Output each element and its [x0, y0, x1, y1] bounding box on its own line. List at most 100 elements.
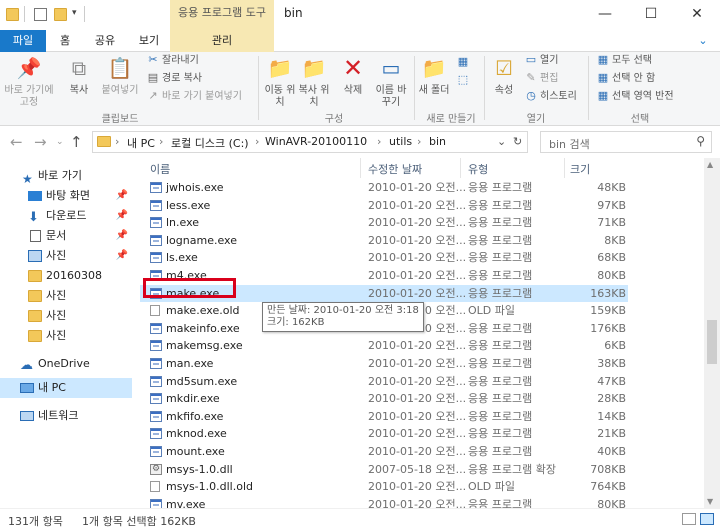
- nav-item-downloads[interactable]: ⬇ 다운로드 📌: [0, 206, 132, 226]
- file-row[interactable]: mkfifo.exe 2010-01-20 오전... 응용 프로그램 14KB: [140, 408, 628, 426]
- application-icon: [150, 393, 162, 405]
- new-folder-button[interactable]: 📁 새 폴더: [418, 54, 450, 97]
- file-row[interactable]: jwhois.exe 2010-01-20 오전... 응용 프로그램 48KB: [140, 179, 628, 197]
- file-size: 71KB: [597, 216, 626, 230]
- nav-item-folder-20160308[interactable]: 20160308: [0, 266, 132, 286]
- nav-item-pictures[interactable]: 사진 📌: [0, 246, 132, 266]
- cut-button[interactable]: ✂ 잘라내기: [146, 52, 198, 68]
- application-icon: [150, 322, 162, 334]
- file-row[interactable]: less.exe 2010-01-20 오전... 응용 프로그램 97KB: [140, 197, 628, 215]
- nav-label: 문서: [46, 229, 67, 242]
- scroll-down-icon[interactable]: ▼: [707, 497, 713, 506]
- file-type: 응용 프로그램: [468, 286, 533, 300]
- close-button[interactable]: ✕: [674, 0, 720, 30]
- pictures-icon: [28, 250, 42, 262]
- file-row[interactable]: mv.exe 2010-01-20 오전... 응용 프로그램 80KB: [140, 496, 628, 508]
- invert-selection-button[interactable]: ▦ 선택 영역 반전: [596, 88, 674, 104]
- file-row[interactable]: md5sum.exe 2010-01-20 오전... 응용 프로그램 47KB: [140, 373, 628, 391]
- search-icon[interactable]: ⚲: [696, 134, 705, 148]
- move-to-button[interactable]: 📁 이동 위치: [264, 54, 296, 109]
- new-folder-icon[interactable]: [54, 8, 67, 21]
- refresh-icon[interactable]: ↻: [513, 135, 522, 148]
- pin-icon[interactable]: 📌: [116, 246, 128, 266]
- address-bar[interactable]: › 내 PC › 로컬 디스크 (C:) › WinAVR-20100110 ›…: [92, 131, 528, 153]
- tab-manage[interactable]: 관리: [170, 30, 274, 52]
- column-header-date[interactable]: 수정한 날짜: [368, 161, 422, 177]
- column-header-size[interactable]: 크기: [570, 161, 590, 177]
- nav-item-this-pc[interactable]: 내 PC: [0, 378, 132, 398]
- scroll-up-icon[interactable]: ▲: [707, 160, 713, 169]
- copy-to-button[interactable]: 📁 복사 위치: [298, 54, 330, 109]
- search-box[interactable]: bin 검색 ⚲: [540, 131, 712, 153]
- file-row[interactable]: msys-1.0.dll 2007-05-18 오전...응용 프로그램 확장 70…: [140, 461, 628, 479]
- address-dropdown-icon[interactable]: ⌄: [497, 135, 506, 148]
- chevron-down-icon[interactable]: ⌄: [692, 30, 714, 52]
- breadcrumb-bin[interactable]: bin: [429, 135, 446, 148]
- tab-home[interactable]: 홈: [52, 30, 78, 52]
- copy-button[interactable]: ⧉ 복사: [62, 54, 96, 97]
- file-size: 14KB: [597, 409, 626, 423]
- easy-access-icon[interactable]: ⬚: [456, 72, 472, 88]
- recent-dropdown-icon[interactable]: ⌄: [56, 137, 64, 147]
- properties-icon[interactable]: [34, 8, 47, 21]
- column-header-type[interactable]: 유형: [468, 161, 488, 177]
- nav-item-onedrive[interactable]: ☁ OneDrive: [0, 354, 132, 374]
- pin-icon[interactable]: 📌: [116, 206, 128, 226]
- breadcrumb-winavr[interactable]: WinAVR-20100110: [265, 135, 367, 148]
- nav-quick-access[interactable]: ★ 바로 가기: [0, 166, 132, 186]
- details-view-icon[interactable]: [682, 513, 696, 525]
- paste-shortcut-button[interactable]: ↗ 바로 가기 붙여넣기: [146, 88, 242, 104]
- breadcrumb-this-pc[interactable]: 내 PC: [127, 135, 155, 151]
- rename-button[interactable]: ▭ 이름 바꾸기: [374, 54, 408, 109]
- properties-button[interactable]: ☑ 속성: [488, 54, 520, 97]
- column-header-name[interactable]: 이름: [150, 161, 170, 177]
- file-row[interactable]: ls.exe 2010-01-20 오전... 응용 프로그램 68KB: [140, 249, 628, 267]
- nav-item-network[interactable]: 네트워크: [0, 406, 132, 426]
- pin-icon[interactable]: 📌: [116, 226, 128, 246]
- back-arrow-icon[interactable]: ←: [10, 133, 23, 151]
- nav-item-folder[interactable]: 사진: [0, 286, 132, 306]
- file-date: 2010-01-20 오전...: [368, 286, 467, 300]
- file-row[interactable]: msys-1.0.dll.old 2010-01-20 오전... OLD 파일 76…: [140, 478, 628, 496]
- search-input[interactable]: bin 검색: [549, 136, 590, 152]
- history-button[interactable]: ◷ 히스토리: [524, 88, 577, 104]
- tab-share[interactable]: 공유: [88, 30, 122, 52]
- vertical-scrollbar[interactable]: ▲ ▼: [704, 158, 720, 508]
- nav-item-desktop[interactable]: 바탕 화면 📌: [0, 186, 132, 206]
- paste-button[interactable]: 📋 붙여넣기: [98, 54, 142, 97]
- nav-item-folder[interactable]: 사진: [0, 306, 132, 326]
- file-row[interactable]: mkdir.exe 2010-01-20 오전... 응용 프로그램 28KB: [140, 390, 628, 408]
- maximize-button[interactable]: ☐: [628, 0, 674, 30]
- edit-button[interactable]: ✎ 편집: [524, 70, 558, 86]
- file-row[interactable]: mknod.exe 2010-01-20 오전... 응용 프로그램 21KB: [140, 425, 628, 443]
- tab-file[interactable]: 파일: [0, 30, 46, 52]
- file-row[interactable]: logname.exe 2010-01-20 오전... 응용 프로그램 8KB: [140, 232, 628, 250]
- copy-path-button[interactable]: ▤ 경로 복사: [146, 70, 202, 86]
- up-arrow-icon[interactable]: ↑: [70, 133, 83, 151]
- breadcrumb-utils[interactable]: utils: [389, 135, 412, 148]
- breadcrumb-local-disk[interactable]: 로컬 디스크 (C:): [171, 135, 249, 151]
- nav-item-documents[interactable]: 문서 📌: [0, 226, 132, 246]
- file-row[interactable]: mount.exe 2010-01-20 오전... 응용 프로그램 40KB: [140, 443, 628, 461]
- scrollbar-thumb[interactable]: [707, 320, 717, 364]
- forward-arrow-icon[interactable]: →: [34, 133, 47, 151]
- tab-view[interactable]: 보기: [132, 30, 166, 52]
- select-none-button[interactable]: ▦ 선택 안 함: [596, 70, 655, 86]
- file-row[interactable]: man.exe 2010-01-20 오전... 응용 프로그램 38KB: [140, 355, 628, 373]
- file-name: mount.exe: [166, 445, 225, 458]
- nav-item-folder[interactable]: 사진: [0, 326, 132, 346]
- select-all-button[interactable]: ▦ 모두 선택: [596, 52, 652, 68]
- file-row[interactable]: makemsg.exe 2010-01-20 오전... 응용 프로그램 6KB: [140, 337, 628, 355]
- pin-to-quick-access-button[interactable]: 📌 바로 가기에 고정: [4, 54, 54, 109]
- application-icon: [150, 199, 162, 211]
- minimize-button[interactable]: —: [582, 0, 628, 30]
- pin-icon[interactable]: 📌: [116, 186, 128, 206]
- file-date: 2010-01-20 오전...: [368, 233, 467, 247]
- new-item-icon[interactable]: ▦: [456, 54, 472, 70]
- large-icons-view-icon[interactable]: [700, 513, 714, 525]
- file-type: 응용 프로그램: [468, 409, 533, 423]
- open-button[interactable]: ▭ 열기: [524, 52, 559, 68]
- file-row[interactable]: ln.exe 2010-01-20 오전... 응용 프로그램 71KB: [140, 214, 628, 232]
- delete-button[interactable]: ✕ 삭제: [338, 54, 368, 97]
- clipboard-group-label: 클립보드: [101, 114, 139, 125]
